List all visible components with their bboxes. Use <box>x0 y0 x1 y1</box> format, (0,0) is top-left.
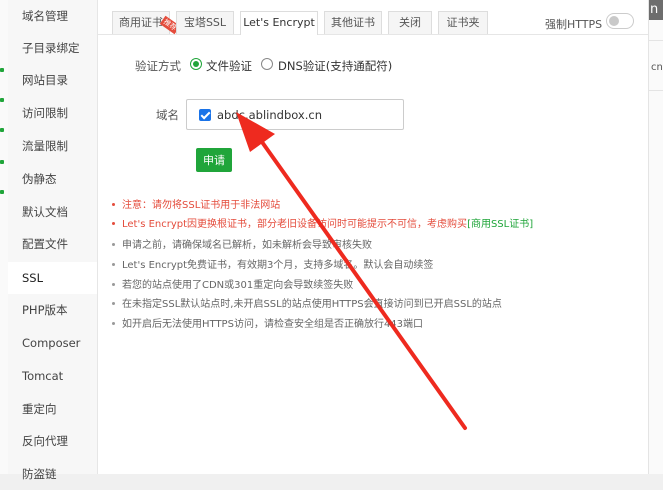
annotation-arrow <box>236 112 467 430</box>
